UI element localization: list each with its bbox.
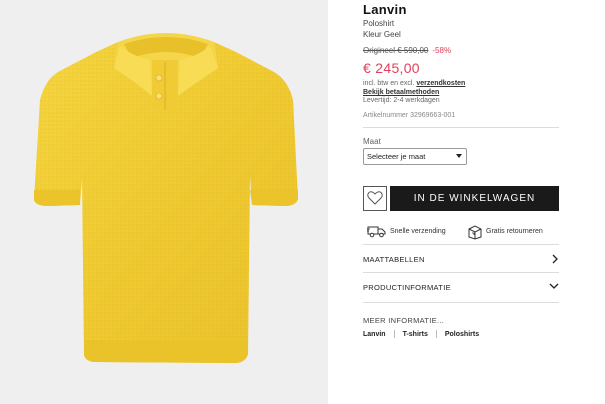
chevron-right-icon — [552, 254, 558, 264]
accordion-product-info[interactable]: PRODUCTINFORMATIE — [363, 273, 559, 301]
heart-icon — [367, 191, 383, 205]
tag-link[interactable]: Poloshirts — [445, 331, 479, 338]
caret-down-icon — [456, 154, 462, 158]
free-returns-text: Gratis retourneren — [486, 228, 543, 235]
product-name: Poloshirt — [363, 19, 395, 28]
shipping-costs-link[interactable]: verzendkosten — [416, 80, 465, 87]
current-price: € 245,00 — [363, 60, 420, 76]
original-price-row: Origineel € 590,00 -58% — [363, 46, 451, 55]
tag-link[interactable]: T-shirts — [403, 331, 428, 338]
chevron-down-icon — [549, 283, 559, 289]
wishlist-button[interactable] — [363, 186, 387, 211]
add-to-cart-button[interactable]: IN DE WINKELWAGEN — [390, 186, 559, 211]
tax-text: incl. btw en excl. — [363, 80, 417, 87]
size-select[interactable]: Selecteer je maat — [363, 148, 467, 165]
payment-methods-link[interactable]: Bekijk betaalmethoden — [363, 89, 439, 96]
product-image-panel[interactable] — [0, 0, 328, 404]
accordion-label: PRODUCTINFORMATIE — [363, 283, 451, 292]
brand-name[interactable]: Lanvin — [363, 2, 407, 17]
truck-icon — [367, 226, 386, 238]
tag-links: Lanvin T-shirts Poloshirts — [363, 330, 479, 338]
size-label: Maat — [363, 137, 381, 146]
accordion-label: MAATTABELLEN — [363, 255, 425, 264]
original-price: Origineel € 590,00 — [363, 46, 429, 55]
divider — [363, 127, 559, 128]
size-select-value: Selecteer je maat — [367, 152, 426, 161]
divider — [363, 302, 559, 303]
product-color: Kleur Geel — [363, 30, 401, 39]
return-box-icon — [468, 225, 482, 240]
tag-link[interactable]: Lanvin — [363, 331, 386, 338]
discount-badge: -58% — [432, 46, 452, 55]
accordion-size-charts[interactable]: MAATTABELLEN — [363, 245, 559, 273]
tag-separator — [435, 330, 437, 338]
more-info-title: MEER INFORMATIE... — [363, 316, 445, 325]
delivery-time: Levertijd: 2-4 werkdagen — [363, 97, 440, 104]
fast-shipping-text: Snelle verzending — [390, 228, 446, 235]
article-number: Artikelnummer 32969663-001 — [363, 112, 456, 119]
product-image — [34, 33, 298, 363]
tag-separator — [393, 330, 395, 338]
tax-info: incl. btw en excl. verzendkosten — [363, 80, 465, 87]
